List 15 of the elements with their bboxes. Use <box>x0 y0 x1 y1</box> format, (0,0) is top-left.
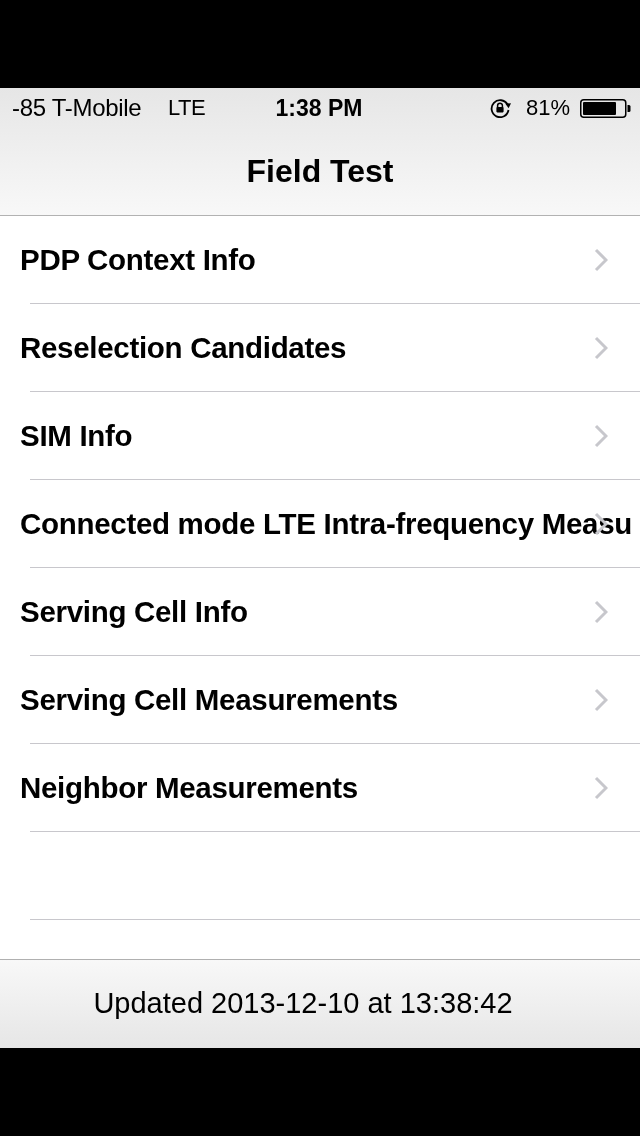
status-time: 1:38 PM <box>275 94 363 122</box>
battery-percent: 81% <box>526 94 571 122</box>
carrier-signal: -85 T-Mobile <box>12 94 142 122</box>
navigation-title: Field Test <box>246 151 394 190</box>
chevron-right-icon <box>594 424 608 448</box>
chevron-right-icon <box>594 776 608 800</box>
chevron-right-icon <box>594 336 608 360</box>
chevron-right-icon <box>594 512 608 536</box>
rotation-lock-icon <box>490 98 512 118</box>
battery-icon <box>580 99 631 118</box>
last-updated-text: Updated 2013-12-10 at 13:38:42 <box>93 986 513 1020</box>
chevron-right-icon <box>594 688 608 712</box>
network-type: LTE <box>168 94 206 122</box>
chevron-right-icon <box>594 600 608 624</box>
chevron-right-icon <box>594 248 608 272</box>
